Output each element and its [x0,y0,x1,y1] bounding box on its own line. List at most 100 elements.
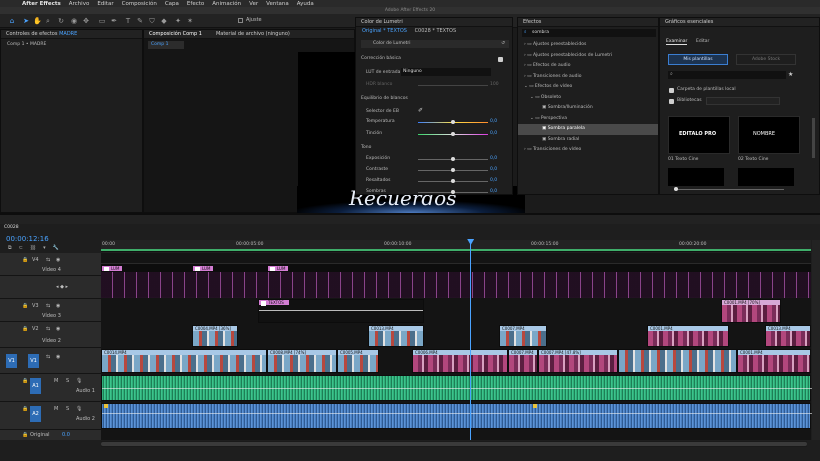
mute-button[interactable]: M [54,378,58,384]
graphics-scrollbar[interactable] [812,118,815,158]
template-thumbnail-4[interactable] [738,168,794,186]
effects-item[interactable]: › ▭ Transiciones de audio [518,72,658,83]
star-icon[interactable]: ★ [788,71,793,78]
thumbnail-size-knob[interactable] [674,187,678,191]
clip-v1[interactable]: C0008.MP4 [74%] [267,349,337,373]
tab-composition[interactable]: Composición Comp 1 [149,30,202,38]
camera-tool-icon[interactable]: ◉ [70,17,78,25]
effects-search-input[interactable]: ⌕ sombra [522,29,656,37]
track-target-v1[interactable]: V1 [28,354,39,368]
clip-v1[interactable] [618,349,737,373]
effect-controls-title[interactable]: Controles de efectos MADRE [1,30,142,39]
contrast-value[interactable]: 0,0 [490,167,497,172]
lock-icon[interactable]: 🔒 [22,378,28,384]
menu-ventana[interactable]: Ventana [266,1,289,7]
tint-slider[interactable] [418,132,488,136]
tab-edit[interactable]: Editar [696,39,709,44]
template-thumbnail-2[interactable]: NOMBRE [738,116,800,154]
tone-header[interactable]: Tono [361,145,371,150]
white-balance-header[interactable]: Equilibrio de blancos [361,96,408,101]
timeline-scrollbar[interactable] [812,240,820,440]
track-header-v1[interactable]: V1 V1 ⇆ ◉ [0,348,101,374]
sync-icon[interactable]: ⇆ [46,354,50,360]
clip-v2[interactable]: C0007.MP4 [499,325,547,347]
clip-textos[interactable]: TEXTOS [258,299,424,323]
lock-icon[interactable]: 🔒 [22,257,28,263]
eyedropper-icon[interactable]: ✐ [418,107,423,114]
home-icon[interactable]: ⌂ [8,17,16,25]
solo-button[interactable]: S [66,406,69,412]
tracks-area[interactable]: LUM LUM LUM TEXTOS C0001.MP4 [70%] C0004… [101,239,812,440]
volume-rubberband[interactable] [102,388,812,389]
stamp-tool-icon[interactable]: ⛉ [148,17,156,25]
effects-item-selected[interactable]: ▣ Sombra paralela [518,124,658,135]
hand-tool-icon[interactable]: ✋ [33,17,42,25]
lumetri-source[interactable]: Original * TEXTOS [362,28,407,34]
pen-tool-icon[interactable]: ✒ [110,17,118,25]
clip-v3-c0001[interactable]: C0001.MP4 [70%] [721,299,781,323]
tint-knob[interactable] [451,132,455,136]
audio-clip-a1[interactable] [101,375,812,401]
exposure-slider[interactable] [418,157,488,161]
track-header-a1[interactable]: 🔒 A1 M S 🎙 Audio 1 [0,374,101,402]
scroll-thumb[interactable] [101,442,807,446]
track-target-a2[interactable]: A2 [30,406,41,422]
effects-item[interactable]: › ▭ Transiciones de vídeo [518,145,658,156]
effects-item[interactable]: › ▭ Ajustes preestablecidos de Lumetri [518,51,658,62]
microphone-icon[interactable]: 🎙 [76,378,82,384]
effects-title[interactable]: Efectos [518,18,658,27]
shadows-value[interactable]: 0,0 [490,189,497,194]
time-ruler[interactable]: 00:00 00:00:05:00 00:00:10:00 00:00:15:0… [101,240,811,252]
playhead[interactable] [467,239,475,440]
menu-ayuda[interactable]: Ayuda [297,1,314,7]
shadows-slider[interactable] [418,190,488,194]
tab-footage[interactable]: Material de archivo (ninguno) [216,30,290,38]
thumbnail-size-slider[interactable] [674,187,784,191]
effects-item[interactable]: ▣ Sombra radial [518,135,658,146]
effects-item[interactable]: › ▭ Efectos de audio [518,61,658,72]
temperature-knob[interactable] [451,120,455,124]
lumetri-title[interactable]: Color de Lumetri [356,18,512,27]
reset-icon[interactable]: ↺ [501,40,505,48]
contrast-knob[interactable] [451,168,455,172]
clip-v1[interactable]: C0014.MP4 [101,349,267,373]
eye-icon[interactable]: ◉ [56,257,60,263]
marker-icon[interactable]: ▾ [43,245,53,251]
tint-value[interactable]: 0,0 [490,131,497,136]
rotate-tool-icon[interactable]: ↻ [57,17,65,25]
clip-lum[interactable]: LUM [101,265,123,272]
libraries-dropdown[interactable] [706,97,780,105]
sync-icon[interactable]: ⇆ [46,257,50,263]
eye-icon[interactable]: ◉ [56,326,60,332]
eye-icon[interactable]: ◉ [56,354,60,360]
effects-item[interactable]: ⌄ ▭ Obsoleto [518,93,658,104]
libraries-checkbox[interactable] [669,99,674,104]
app-name[interactable]: After Effects [22,1,61,7]
adobe-stock-button[interactable]: Adobe Stock [736,54,796,65]
lumetri-target[interactable]: C0028 * TEXTOS [415,28,457,34]
essential-graphics-title[interactable]: Gráficos esenciales [660,18,819,27]
effects-item[interactable]: ▣ Sombra/Iluminación [518,103,658,114]
type-tool-icon[interactable]: T [124,17,132,25]
keyframe-nav-icon[interactable]: ◂ ◆ ▸ [56,284,68,290]
pan-behind-tool-icon[interactable]: ✥ [82,17,90,25]
highlights-value[interactable]: 0,0 [490,178,497,183]
lock-icon[interactable]: 🔒 [22,303,28,309]
timecode-display[interactable]: 00:00:12:16 [6,235,49,243]
effects-item[interactable]: ⌄ ▭ Efectos de vídeo [518,82,658,93]
sequence-tab[interactable]: C0028 [4,225,19,230]
hdr-value[interactable]: 100 [490,82,499,87]
clip-v2[interactable]: C0013.MP4 [368,325,424,347]
work-area-bar[interactable] [101,249,811,251]
snap-icon[interactable]: ⊂ [19,245,30,251]
horizontal-scrollbar[interactable] [101,441,807,447]
menu-archivo[interactable]: Archivo [69,1,90,7]
template-thumbnail-3[interactable] [668,168,724,186]
clip-v1[interactable]: C0007.MP4 [508,349,538,373]
menu-efecto[interactable]: Efecto [187,1,204,7]
hdr-slider[interactable] [418,85,488,86]
wrench-icon[interactable]: 🔧 [53,245,66,251]
rectangle-tool-icon[interactable]: ▭ [98,17,106,25]
brush-tool-icon[interactable]: ✎ [136,17,144,25]
zoom-tool-icon[interactable]: ⌕ [44,17,52,25]
